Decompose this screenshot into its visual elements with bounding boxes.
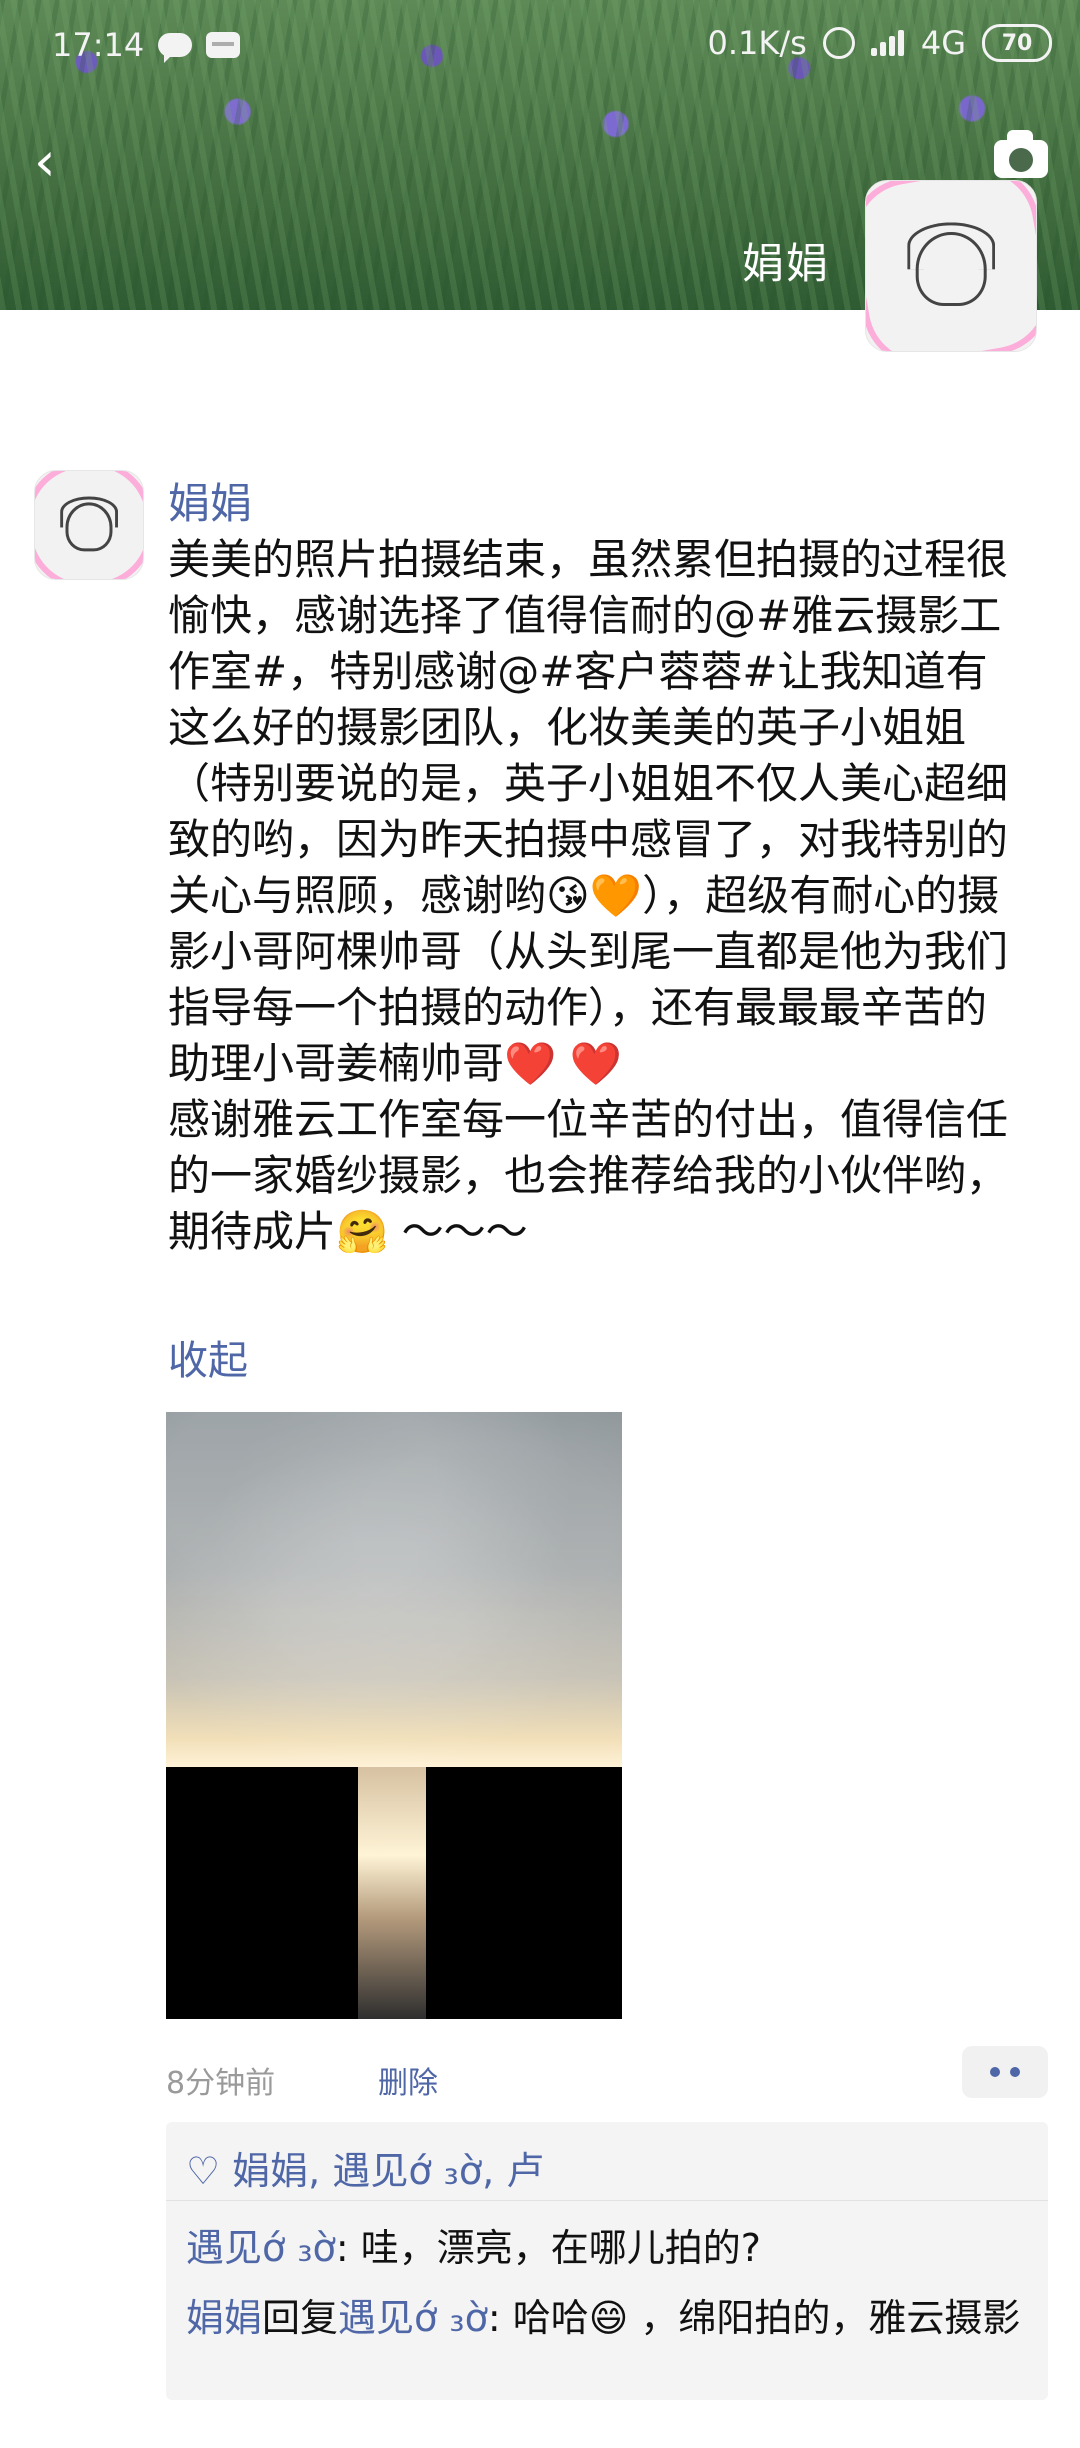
- more-dot-icon: [990, 2067, 1000, 2077]
- avatar-face: [65, 502, 113, 552]
- network-type: 4G: [920, 24, 966, 62]
- comment-separator: :: [487, 2296, 513, 2340]
- status-time: 17:14: [52, 26, 145, 64]
- comment-item[interactable]: 遇见ớ ₃ờ: 哇，漂亮，在哪儿拍的?: [186, 2222, 761, 2274]
- profile-avatar[interactable]: [865, 180, 1037, 352]
- status-left: 17:14: [52, 26, 241, 64]
- heart-icon: ♡: [186, 2149, 221, 2193]
- comment-separator: :: [335, 2226, 361, 2270]
- collapse-button[interactable]: 收起: [168, 1328, 248, 1386]
- network-speed: 0.1K/s: [707, 24, 807, 62]
- profile-name: 娟娟: [741, 239, 830, 288]
- comment-author[interactable]: 娟娟: [186, 2296, 262, 2340]
- comment-reply-label: 回复: [262, 2296, 339, 2340]
- moments-detail-screen: { "status_bar": { "time": "17:14", "spee…: [0, 0, 1080, 2448]
- interaction-panel: ♡ 娟娟, 遇见ớ ₃ờ, 卢 遇见ớ ₃ờ: 哇，漂亮，在哪儿拍的? 娟娟回复…: [166, 2122, 1048, 2400]
- comment-text: 哇，漂亮，在哪儿拍的?: [360, 2226, 761, 2270]
- post-photo[interactable]: [166, 1412, 622, 2019]
- battery-icon: 70: [982, 24, 1052, 62]
- delete-button[interactable]: 删除: [378, 2058, 438, 2102]
- signal-icon: [870, 30, 905, 56]
- camera-icon[interactable]: [994, 130, 1048, 178]
- post-author-name[interactable]: 娟娟: [168, 470, 252, 531]
- sunset-strip: [358, 1767, 426, 2019]
- sky-image: [166, 1412, 622, 1767]
- more-button[interactable]: [962, 2046, 1048, 2098]
- comment-item[interactable]: 娟娟回复遇见ớ ₃ờ: 哈哈😄 ，绵阳拍的，雅云摄影: [186, 2292, 1026, 2344]
- post-time: 8分钟前: [166, 2066, 276, 2101]
- comment-reply-target[interactable]: 遇见ớ ₃ờ: [338, 2296, 488, 2340]
- wechat-icon: [158, 33, 193, 63]
- alarm-icon: [822, 27, 855, 59]
- divider: [166, 2200, 1048, 2201]
- message-icon: [206, 32, 241, 58]
- comment-text: 哈哈😄 ，绵阳拍的，雅云摄影: [512, 2296, 1021, 2340]
- battery-level: 70: [1001, 30, 1033, 56]
- status-right: 0.1K/s 4G 70: [708, 24, 1052, 62]
- avatar-face: [915, 232, 987, 307]
- post-text: 美美的照片拍摄结束，虽然累但拍摄的过程很愉快，感谢选择了值得信耐的@#雅云摄影工…: [168, 535, 1009, 1256]
- more-dot-icon: [1010, 2067, 1020, 2077]
- status-bar: 17:14 0.1K/s 4G 70: [0, 0, 1080, 90]
- comment-author[interactable]: 遇见ớ ₃ờ: [186, 2226, 336, 2270]
- back-icon[interactable]: ‹: [34, 135, 56, 189]
- post-author-avatar[interactable]: [34, 470, 144, 580]
- likes-names[interactable]: 娟娟, 遇见ớ ₃ờ, 卢: [232, 2149, 544, 2193]
- likes-row[interactable]: ♡ 娟娟, 遇见ớ ₃ờ, 卢: [186, 2140, 544, 2195]
